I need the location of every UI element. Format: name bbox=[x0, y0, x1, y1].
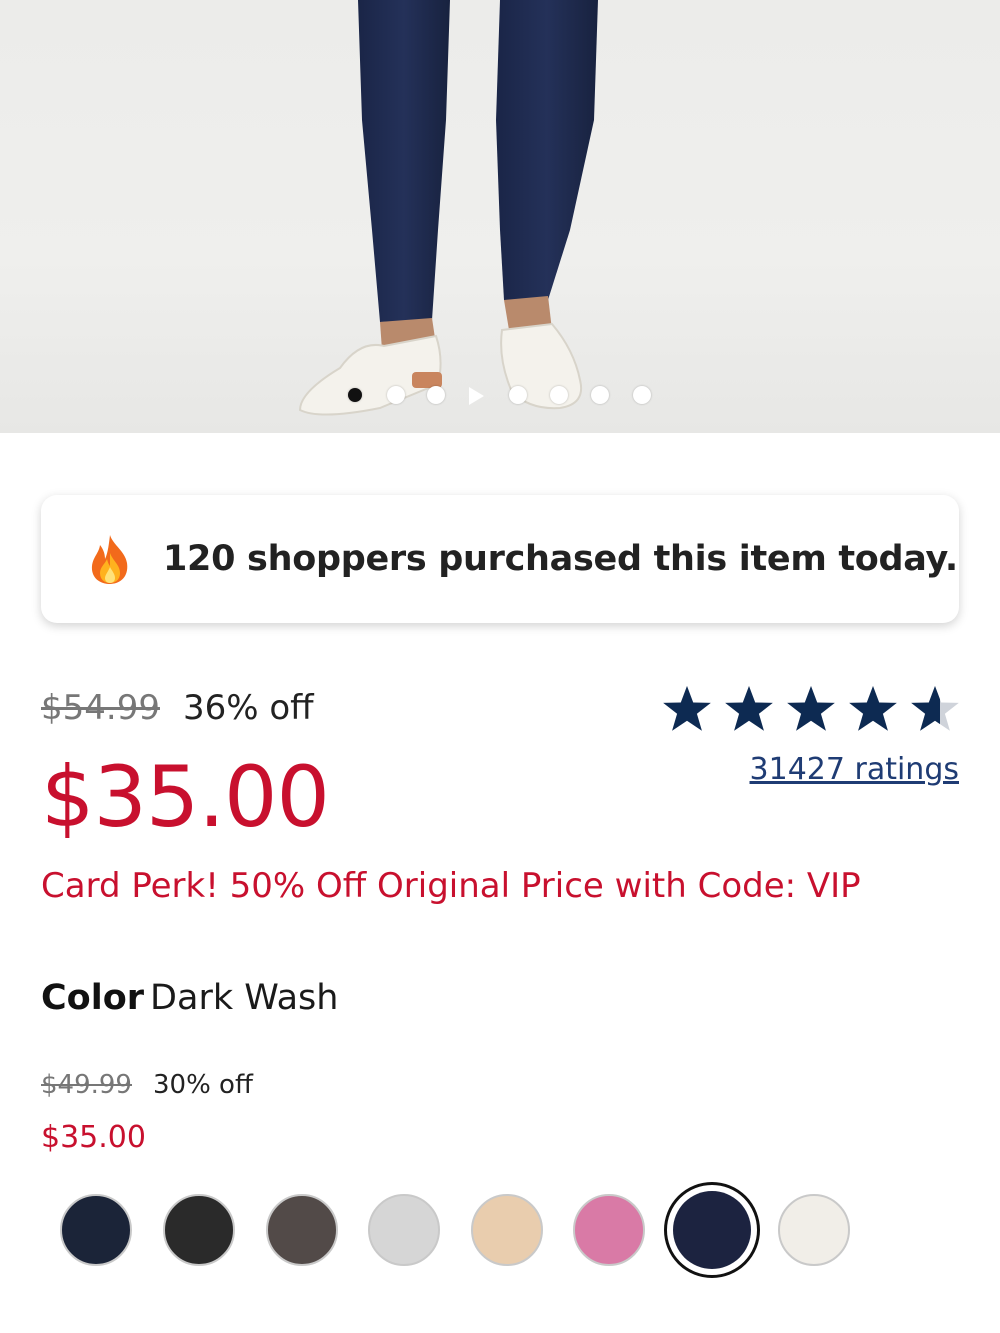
color-value: Dark Wash bbox=[150, 978, 339, 1018]
video-play-icon[interactable] bbox=[469, 387, 484, 405]
color-swatch-fill bbox=[673, 1191, 751, 1269]
discount-percent: 36% off bbox=[183, 688, 314, 728]
variant-discount-percent: 30% off bbox=[153, 1070, 253, 1100]
social-proof-text: 120 shoppers purchased this item today. bbox=[163, 539, 958, 579]
carousel-dot[interactable] bbox=[591, 386, 609, 404]
fire-icon bbox=[91, 535, 128, 584]
variant-original-price: $49.99 bbox=[41, 1070, 132, 1100]
social-proof-banner: 120 shoppers purchased this item today. bbox=[41, 495, 959, 623]
star-icon bbox=[787, 686, 835, 731]
carousel-dot[interactable] bbox=[427, 386, 445, 404]
color-swatch[interactable] bbox=[266, 1194, 338, 1266]
jeans-photo bbox=[298, 0, 598, 416]
carousel-dot[interactable] bbox=[550, 386, 568, 404]
color-swatch[interactable] bbox=[573, 1194, 645, 1266]
star-icon bbox=[849, 686, 897, 731]
product-image[interactable] bbox=[0, 0, 1000, 433]
color-swatch[interactable] bbox=[368, 1194, 440, 1266]
carousel-indicators bbox=[0, 384, 1000, 408]
color-swatch[interactable] bbox=[778, 1194, 850, 1266]
star-icon bbox=[725, 686, 773, 731]
ratings-link[interactable]: 31427 ratings bbox=[750, 752, 959, 787]
color-swatch[interactable] bbox=[471, 1194, 543, 1266]
color-swatch[interactable] bbox=[60, 1194, 132, 1266]
star-icon bbox=[663, 686, 711, 731]
card-perk-promo: Card Perk! 50% Off Original Price with C… bbox=[41, 866, 861, 906]
carousel-dot[interactable] bbox=[348, 388, 362, 402]
sale-price: $35.00 bbox=[41, 748, 330, 846]
carousel-dot[interactable] bbox=[387, 386, 405, 404]
color-swatch-selected[interactable] bbox=[664, 1182, 760, 1278]
color-label: Color bbox=[41, 978, 145, 1018]
carousel-dot[interactable] bbox=[633, 386, 651, 404]
color-selection-label: Color Dark Wash bbox=[41, 978, 338, 1018]
star-icon bbox=[911, 686, 959, 731]
original-price: $54.99 bbox=[41, 688, 160, 728]
carousel-dot[interactable] bbox=[509, 386, 527, 404]
variant-sale-price: $35.00 bbox=[41, 1120, 146, 1155]
color-swatch[interactable] bbox=[163, 1194, 235, 1266]
